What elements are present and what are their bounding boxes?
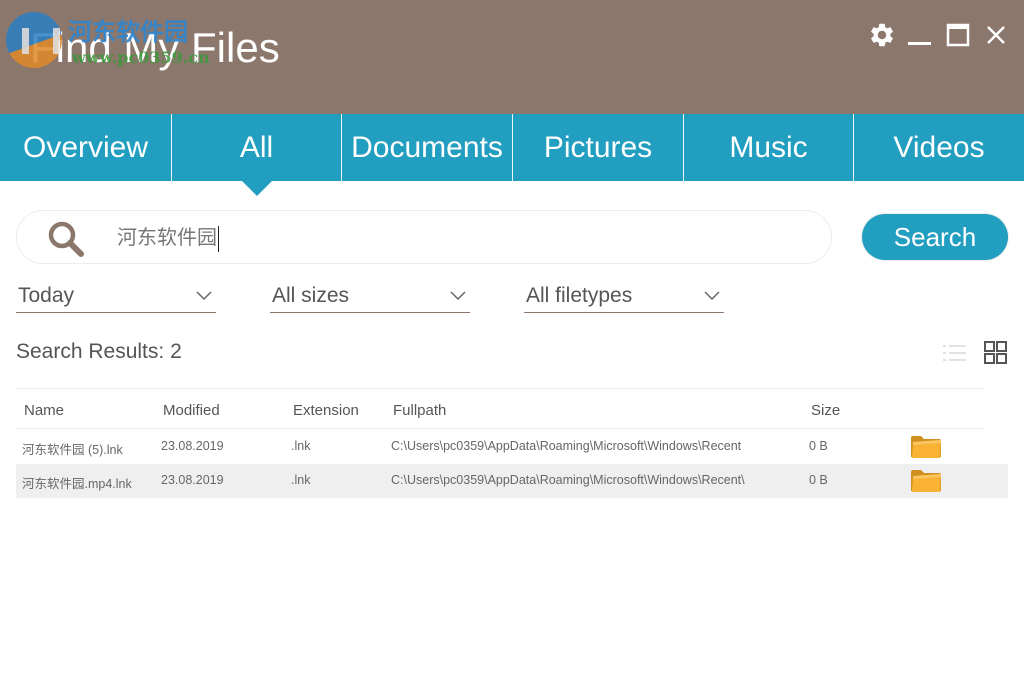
cell-size: 0 B: [809, 439, 828, 453]
gear-icon: [871, 23, 893, 47]
close-button[interactable]: [982, 18, 1010, 52]
text-caret: [218, 225, 219, 252]
close-icon: [987, 26, 1005, 44]
chevron-down-icon: [450, 291, 466, 301]
divider: [16, 428, 984, 429]
column-header-size[interactable]: Size: [811, 402, 840, 419]
size-filter-dropdown[interactable]: All sizes: [270, 280, 470, 313]
size-filter-value: All sizes: [272, 284, 350, 307]
cell-fullpath: C:\Users\pc0359\AppData\Roaming\Microsof…: [391, 439, 742, 453]
minimize-icon: [908, 42, 931, 45]
cell-size: 0 B: [809, 473, 828, 487]
list-view-button[interactable]: [942, 340, 968, 366]
settings-button[interactable]: [868, 18, 896, 52]
tab-overview[interactable]: Overview: [0, 114, 172, 181]
column-header-modified[interactable]: Modified: [163, 402, 220, 419]
grid-view-icon: [984, 341, 1007, 364]
title-bar: Find My Files 河东软件园 www.pc0359.cn: [0, 0, 1024, 114]
open-folder-icon[interactable]: [910, 469, 942, 493]
search-input-value: 河东软件园: [117, 225, 217, 249]
cell-name: 河东软件园.mp4.lnk: [22, 477, 132, 491]
maximize-icon: [946, 23, 970, 47]
date-filter-dropdown[interactable]: Today: [16, 280, 216, 313]
app-title: Find My Files: [30, 24, 280, 71]
tab-pictures[interactable]: Pictures: [513, 114, 684, 181]
search-box: 河东软件园: [16, 210, 832, 264]
filetype-filter-value: All filetypes: [526, 284, 633, 307]
open-folder-icon[interactable]: [910, 435, 942, 459]
window-controls: [868, 18, 1010, 52]
divider: [16, 388, 984, 389]
cell-name: 河东软件园 (5).lnk: [22, 443, 123, 457]
column-header-fullpath[interactable]: Fullpath: [393, 402, 446, 419]
cell-extension: .lnk: [291, 439, 311, 453]
grid-view-button[interactable]: [983, 340, 1009, 366]
chevron-down-icon: [704, 291, 720, 301]
cell-modified: 23.08.2019: [161, 439, 224, 453]
tab-documents[interactable]: Documents: [342, 114, 513, 181]
column-header-extension[interactable]: Extension: [293, 402, 359, 419]
cell-fullpath: C:\Users\pc0359\AppData\Roaming\Microsof…: [391, 473, 745, 487]
chevron-down-icon: [196, 291, 212, 301]
search-results-count: 2: [170, 340, 182, 363]
search-results-heading: Search Results: 2: [16, 340, 182, 364]
tab-music[interactable]: Music: [684, 114, 854, 181]
category-tabs: Overview All Documents Pictures Music Vi…: [0, 114, 1024, 196]
search-results-label: Search Results:: [16, 340, 165, 363]
tab-all[interactable]: All: [172, 114, 342, 196]
tab-videos[interactable]: Videos: [854, 114, 1024, 181]
cell-modified: 23.08.2019: [161, 473, 224, 487]
list-view-icon: [943, 345, 966, 361]
date-filter-value: Today: [18, 284, 75, 307]
search-icon: [48, 221, 84, 257]
search-input[interactable]: 河东软件园: [117, 221, 717, 255]
maximize-button[interactable]: [944, 18, 972, 52]
cell-extension: .lnk: [291, 473, 311, 487]
filetype-filter-dropdown[interactable]: All filetypes: [524, 280, 724, 313]
minimize-button[interactable]: [906, 18, 934, 52]
search-button[interactable]: Search: [862, 214, 1008, 260]
table-row[interactable]: 河东软件园 (5).lnk 23.08.2019 .lnk C:\Users\p…: [16, 430, 1008, 464]
table-row[interactable]: 河东软件园.mp4.lnk 23.08.2019 .lnk C:\Users\p…: [16, 464, 1008, 498]
column-header-name[interactable]: Name: [24, 402, 64, 419]
